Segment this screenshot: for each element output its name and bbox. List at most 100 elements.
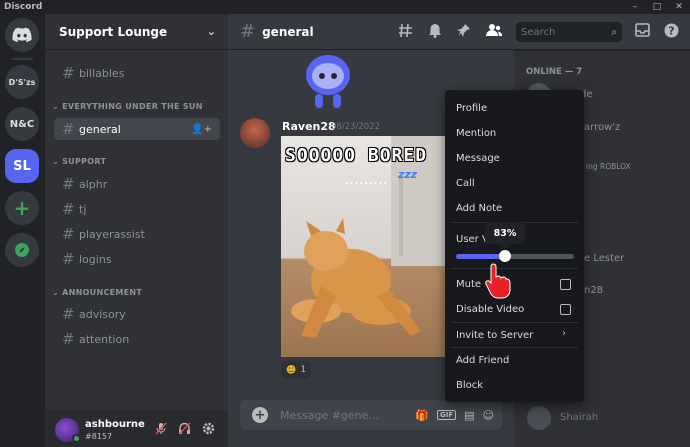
channel-playerassist[interactable]: # playerassist — [54, 223, 220, 245]
channel-label: advisory — [79, 307, 126, 321]
chevron-down-icon: ⌄ — [206, 25, 216, 38]
minimize-button[interactable]: – — [624, 0, 646, 14]
gif-zzz-text: zzz — [398, 168, 418, 181]
menu-item-add-friend[interactable]: Add Friend — [456, 352, 576, 368]
menu-item-add-note[interactable]: Add Note — [456, 200, 576, 216]
maximize-button[interactable]: □ — [646, 0, 668, 14]
reaction-emoji-icon: ☻ — [285, 364, 297, 376]
channel-label: attention — [79, 332, 130, 346]
gif-icon[interactable]: GIF — [436, 410, 457, 420]
hash-icon: # — [62, 330, 75, 348]
mascot-sticker-image — [306, 55, 350, 108]
category-announcement[interactable]: ⌄ ANNOUNCEMENT — [52, 288, 142, 297]
disable-video-checkbox[interactable] — [560, 304, 571, 315]
upload-plus-icon[interactable]: + — [252, 407, 268, 423]
menu-item-mute[interactable]: Mute — [456, 276, 576, 292]
title-bar: Discord – □ ✕ — [0, 0, 690, 14]
search-input[interactable]: Search ⌕ — [516, 22, 622, 42]
server-dszs[interactable]: D'S'zs — [5, 65, 39, 99]
inbox-icon[interactable] — [635, 23, 650, 41]
settings-gear-icon[interactable] — [202, 422, 215, 438]
member-name[interactable]: arrow'z — [584, 122, 620, 133]
channel-logins[interactable]: # logins — [54, 248, 220, 270]
online-count-label: ONLINE — 7 — [526, 67, 583, 77]
mute-checkbox[interactable] — [560, 279, 571, 290]
gift-icon[interactable]: 🎁 — [415, 409, 429, 422]
gif-caption-text: SOOOOO BORED — [285, 145, 428, 166]
reaction-count: 1 — [300, 365, 307, 375]
hash-icon: # — [62, 250, 75, 268]
menu-item-disable-video[interactable]: Disable Video — [456, 301, 576, 317]
message-timestamp: 08/23/2022 — [331, 122, 380, 132]
add-server-button[interactable]: + — [5, 191, 39, 225]
message-author-avatar[interactable] — [240, 118, 270, 148]
search-icon: ⌕ — [611, 26, 617, 38]
member-name[interactable]: Shairah — [560, 412, 598, 423]
hash-icon: # — [62, 200, 75, 218]
help-icon[interactable]: ? — [664, 23, 679, 42]
menu-item-block[interactable]: Block — [456, 377, 576, 393]
menu-item-message[interactable]: Message — [456, 150, 576, 166]
channel-label: logins — [79, 252, 112, 266]
menu-separator — [452, 268, 578, 269]
channel-billables[interactable]: # billables — [54, 62, 220, 84]
discord-home-button[interactable] — [5, 18, 39, 52]
username: ashbourne — [85, 419, 145, 430]
hash-icon: # — [62, 120, 75, 138]
current-channel-name: general — [262, 24, 314, 39]
online-status-dot — [72, 434, 81, 443]
member-name[interactable]: e Lester — [584, 253, 624, 264]
menu-item-profile[interactable]: Profile — [456, 100, 576, 116]
sticker-icon[interactable]: ▤ — [464, 409, 474, 422]
member-name[interactable]: n28 — [584, 285, 603, 296]
category-everything-under-the-sun[interactable]: ⌄ EVERYTHING UNDER THE SUN — [52, 102, 203, 111]
menu-item-mention[interactable]: Mention — [456, 125, 576, 141]
menu-item-call[interactable]: Call — [456, 175, 576, 191]
emoji-icon[interactable]: ☺ — [483, 409, 494, 422]
channel-attention[interactable]: # attention — [54, 328, 220, 350]
channel-tj[interactable]: # tj — [54, 198, 220, 220]
hash-icon: # — [240, 21, 256, 42]
discord-logo-icon — [12, 27, 32, 43]
deafen-headphones-icon[interactable] — [178, 422, 191, 438]
guild-header[interactable]: Support Lounge ⌄ — [45, 14, 228, 50]
member-list-icon[interactable] — [486, 23, 503, 42]
channel-advisory[interactable]: # advisory — [54, 303, 220, 325]
hash-icon: # — [62, 175, 75, 193]
message-gif-image[interactable] — [281, 136, 449, 357]
chevron-right-icon: › — [562, 328, 566, 339]
member-avatar[interactable] — [527, 406, 551, 430]
user-tag: #8157 — [85, 432, 113, 441]
category-support[interactable]: ⌄ SUPPORT — [52, 157, 106, 166]
mute-microphone-icon[interactable] — [155, 422, 167, 438]
server-rail: D'S'zs N&C SL + — [0, 14, 45, 447]
message-composer[interactable]: + Message #gene... 🎁 GIF ▤ ☺ — [240, 400, 502, 430]
guild-name: Support Lounge — [59, 24, 168, 39]
member-activity: ing ROBLOX — [586, 162, 631, 171]
menu-item-invite-to-server[interactable]: Invite to Server — [456, 327, 576, 343]
user-panel: ashbourne #8157 — [45, 410, 228, 447]
search-placeholder: Search — [521, 26, 556, 38]
server-nc[interactable]: N&C — [5, 107, 39, 141]
reaction-chip[interactable]: ☻ 1 — [281, 361, 311, 379]
explore-servers-button[interactable] — [5, 233, 39, 267]
channel-label: general — [79, 122, 121, 136]
notification-bell-icon[interactable] — [428, 23, 442, 42]
threads-icon[interactable] — [398, 23, 413, 42]
hash-icon: # — [62, 64, 75, 82]
category-label: EVERYTHING UNDER THE SUN — [62, 102, 203, 111]
app-title: Discord — [4, 2, 43, 12]
pin-icon[interactable] — [457, 23, 471, 42]
menu-separator — [452, 347, 578, 348]
message-author[interactable]: Raven28 — [282, 120, 336, 133]
channel-alphr[interactable]: # alphr — [54, 173, 220, 195]
category-label: ANNOUNCEMENT — [62, 288, 143, 297]
menu-separator — [452, 322, 578, 323]
close-button[interactable]: ✕ — [668, 0, 690, 14]
window-controls: – □ ✕ — [624, 0, 690, 14]
add-member-icon[interactable]: 👤+ — [191, 124, 212, 135]
server-sl[interactable]: SL — [5, 149, 39, 183]
channel-general[interactable]: # general 👤+ — [54, 118, 220, 140]
sleeping-cat-illustration — [291, 136, 449, 338]
gif-dots-text: ......... — [345, 176, 389, 187]
